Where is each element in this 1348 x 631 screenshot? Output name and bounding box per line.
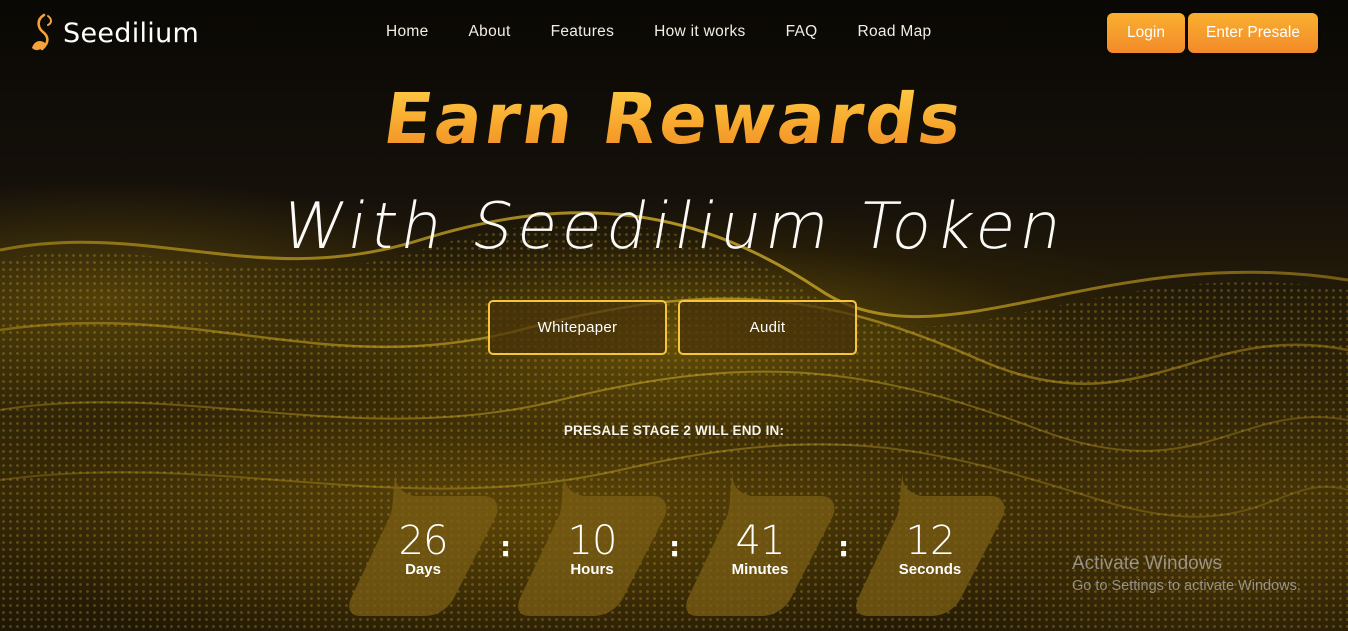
countdown-minutes-label: Minutes	[731, 561, 789, 578]
countdown-days-label: Days	[405, 561, 441, 578]
hero-title: Earn Rewards	[0, 78, 1348, 160]
countdown-seconds-label: Seconds	[898, 561, 962, 578]
countdown-separator: :	[838, 530, 850, 563]
nav-how-it-works[interactable]: How it works	[654, 22, 745, 42]
seedling-flame-icon	[32, 13, 52, 51]
countdown-separator: :	[669, 530, 681, 563]
brand[interactable]: Seedilium	[28, 12, 199, 54]
whitepaper-button[interactable]: Whitepaper	[488, 300, 667, 355]
enter-presale-button[interactable]: Enter Presale	[1188, 13, 1318, 53]
countdown-hours-value: 10	[567, 518, 618, 564]
countdown-hours-label: Hours	[570, 561, 614, 578]
main-nav: Home About Features How it works FAQ Roa…	[386, 22, 971, 42]
audit-button[interactable]: Audit	[678, 300, 857, 355]
countdown-hours: 10 Hours	[517, 470, 667, 620]
nav-features[interactable]: Features	[551, 22, 615, 42]
brand-name: Seedilium	[63, 17, 200, 49]
nav-road-map[interactable]: Road Map	[858, 22, 932, 42]
login-button[interactable]: Login	[1107, 13, 1185, 53]
presale-countdown-heading: PRESALE STAGE 2 WILL END IN:	[563, 423, 785, 438]
watermark-subtitle: Go to Settings to activate Windows.	[1072, 578, 1301, 594]
countdown-seconds: 12 Seconds	[855, 470, 1005, 620]
nav-about[interactable]: About	[469, 22, 511, 42]
windows-activation-watermark: Activate Windows Go to Settings to activ…	[1072, 553, 1301, 594]
nav-home[interactable]: Home	[386, 22, 429, 42]
watermark-title: Activate Windows	[1072, 553, 1222, 574]
countdown-minutes-value: 41	[735, 518, 786, 564]
hero-subtitle: With Seedilium Token	[275, 190, 1073, 264]
countdown-days: 26 Days	[348, 470, 498, 620]
countdown-seconds-value: 12	[905, 518, 956, 564]
countdown-minutes: 41 Minutes	[685, 470, 835, 620]
nav-faq[interactable]: FAQ	[786, 22, 818, 42]
countdown-separator: :	[500, 530, 512, 563]
countdown-days-value: 26	[398, 518, 449, 564]
